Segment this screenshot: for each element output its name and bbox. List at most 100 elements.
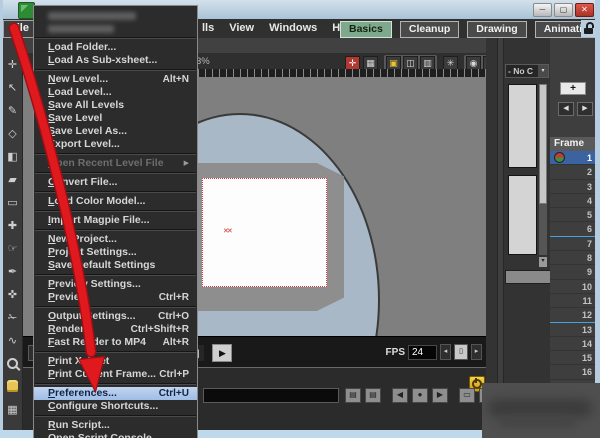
room-tab-cleanup[interactable]: Cleanup [400,21,459,38]
menu-item-preview[interactable]: PreviewCtrl+R [34,291,197,304]
frame-row[interactable]: 1 [550,151,595,165]
menu-item-project-settings[interactable]: Project Settings... [34,246,197,259]
menu-item-preview-settings[interactable]: Preview Settings... [34,278,197,291]
level-name-field[interactable] [203,388,339,403]
pinch-tool-icon[interactable]: ∿ [5,334,21,348]
range-play-button[interactable]: ▶ [212,344,232,362]
expand-button[interactable]: ▸ [471,344,482,360]
minimize-button[interactable]: ─ [533,3,552,17]
maximize-button[interactable]: ▢ [554,3,573,17]
menu-item-new-level[interactable]: New Level...Alt+N [34,73,197,86]
thumbnail-button-1[interactable]: ▭ [459,388,475,403]
level-dropdown[interactable]: - No C ▾ [505,64,549,78]
scrollbar-thumb[interactable] [539,84,547,204]
menu-item-open-recent-level-file[interactable]: Open Recent Level File▶ [34,157,197,170]
animate-tool-icon[interactable]: ✛ [5,58,21,72]
panel-divider[interactable] [497,38,504,430]
spacer-grid-icon[interactable]: ▦ [5,403,21,417]
fps-input[interactable]: 24 [408,345,437,360]
menu-item-import-magpie-file[interactable]: Import Magpie File... [34,214,197,227]
tape-tool-icon[interactable]: ✚ [5,219,21,233]
frame-row[interactable]: 9 [550,265,595,279]
menu-item-redacted[interactable] [34,22,197,35]
menu-item-load-folder[interactable]: Load Folder... [34,41,197,54]
paint-brush-tool-icon[interactable]: ▰ [5,173,21,187]
frame-row[interactable]: 15 [550,351,595,365]
frame-row[interactable]: 13 [550,323,595,337]
level-strip-cells[interactable] [508,175,537,255]
hand-tool-icon[interactable] [5,380,21,394]
menu-item-load-color-model[interactable]: Load Color Model... [34,195,197,208]
control-point-tool-icon[interactable]: ✜ [5,288,21,302]
frame-row[interactable]: 5 [550,208,595,222]
menu-item-new-project[interactable]: New Project... [34,233,197,246]
histogram-button[interactable]: ▯ [454,344,468,360]
xsheet-prev-button[interactable]: ◀ [558,102,574,116]
chevron-down-icon[interactable]: ▾ [538,65,548,77]
close-button[interactable]: ✕ [575,3,594,17]
frame-row[interactable]: 3 [550,180,595,194]
menu-item-output-settings[interactable]: Output Settings...Ctrl+O [34,310,197,323]
brush-tool-icon[interactable]: ✎ [5,104,21,118]
cutter-tool-icon[interactable]: ✁ [5,311,21,325]
room-tab-drawing[interactable]: Drawing [467,21,526,38]
xsheet-next-button[interactable]: ▶ [577,102,593,116]
geometric-tool-icon[interactable]: ◇ [5,127,21,141]
frame-row[interactable]: 6 [550,222,595,236]
frame-row[interactable]: 4 [550,194,595,208]
menu-item-save-default-settings[interactable]: Save Default Settings [34,259,197,272]
level-strip-hbar[interactable] [505,270,551,284]
menu-view[interactable]: View [229,22,254,34]
file-menu-button[interactable]: File [3,20,36,38]
room-tab-basics[interactable]: Basics [340,21,392,38]
scrollbar-down-button[interactable]: ▾ [539,257,547,267]
menu-item-run-script[interactable]: Run Script... [34,419,197,432]
menu-windows[interactable]: Windows [269,22,317,34]
save-images-button[interactable]: ▤ [345,388,361,403]
eraser-tool-icon[interactable]: ▭ [5,196,21,210]
frame-row[interactable]: 10 [550,280,595,294]
menu-lls[interactable]: lls [202,22,214,34]
menu-item-configure-shortcuts[interactable]: Configure Shortcuts... [34,400,197,413]
frame-row[interactable]: 2 [550,165,595,179]
zoom-tool-icon[interactable] [5,357,21,371]
style-picker-tool-icon[interactable]: ☞ [5,242,21,256]
rgb-picker-tool-icon[interactable]: ✒ [5,265,21,279]
prev-level-button[interactable]: ◀ [392,388,408,403]
new-xsheet-tab-button[interactable]: + [560,82,586,95]
menu-item-open-script-console[interactable]: Open Script Console [34,432,197,438]
frame-row[interactable]: 7 [550,237,595,251]
selection-tool-icon[interactable]: ↖ [5,81,21,95]
level-strip-scrollbar[interactable] [539,84,547,255]
menu-item-load-level[interactable]: Load Level... [34,86,197,99]
level-indicator[interactable]: ● [412,388,428,403]
next-level-button[interactable]: ▶ [432,388,448,403]
menu-item-preferences[interactable]: Preferences...Ctrl+U [34,387,197,400]
menu-item-label: New Project... [48,233,117,246]
menu-item-save-level-as[interactable]: Save Level As... [34,125,197,138]
menu-item-print-current-frame[interactable]: Print Current Frame...Ctrl+P [34,368,197,381]
frame-row[interactable]: 8 [550,251,595,265]
menu-item-redacted[interactable] [34,9,197,22]
fill-tool-icon[interactable]: ◧ [5,150,21,164]
menu-item-shortcut: Ctrl+R [159,291,189,304]
menu-item-convert-file[interactable]: Convert File... [34,176,197,189]
level-strip-cells[interactable] [508,84,537,168]
frame-row[interactable]: 16 [550,365,595,379]
menu-item-load-as-sub-xsheet[interactable]: Load As Sub-xsheet... [34,54,197,67]
menu-item-print-xsheet[interactable]: Print Xsheet [34,355,197,368]
menu-item-label: Preferences... [48,387,117,400]
tools-toolbar: ✛ ↖ ✎ ◇ ◧ ▰ ▭ ✚ ☞ ✒ ✜ ✁ ∿ ▦ [3,38,23,430]
fps-spinner[interactable]: ◂ [440,344,451,360]
frame-row[interactable]: 14 [550,337,595,351]
save-palette-button[interactable]: ▤ [365,388,381,403]
menu-item-save-level[interactable]: Save Level [34,112,197,125]
menu-item-export-level[interactable]: Export Level... [34,138,197,151]
frame-row[interactable]: 12 [550,308,595,322]
frame-number: 8 [587,253,592,263]
menu-item-fast-render-to-mp4[interactable]: Fast Render to MP4Alt+R [34,336,197,349]
menu-item-label: Open Script Console [48,432,152,438]
menu-item-render[interactable]: RenderCtrl+Shift+R [34,323,197,336]
menu-item-save-all-levels[interactable]: Save All Levels [34,99,197,112]
frame-row[interactable]: 11 [550,294,595,308]
